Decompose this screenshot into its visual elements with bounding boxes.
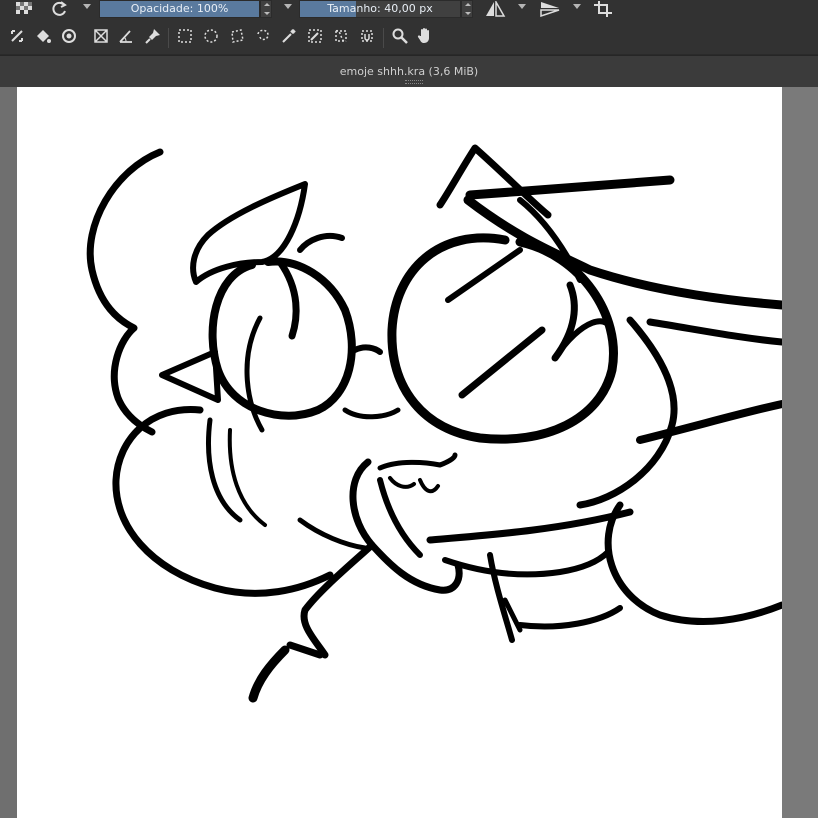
size-stepper[interactable] [461,0,473,18]
transform-icon[interactable] [9,28,25,44]
document-title[interactable]: emoje shhh.kra (3,6 MiB) [0,65,818,78]
magnetic-select-icon[interactable] [359,28,375,44]
wrap-around-icon[interactable] [592,0,614,18]
assistant-tool-icon[interactable] [61,28,77,44]
sketch-artwork [86,144,782,703]
mirror-v-chevron-icon[interactable] [573,4,581,9]
blend-menu-chevron-icon[interactable] [284,4,292,9]
canvas-right-margin [782,87,818,818]
polygon-select-icon[interactable] [229,28,245,44]
canvas-workspace [0,87,818,818]
zoom-icon[interactable] [392,28,408,44]
alpha-lock-icon[interactable] [13,0,35,18]
pan-hand-icon[interactable] [417,27,433,44]
perspective-grid-icon[interactable] [93,28,109,44]
bezier-select-icon[interactable] [333,28,349,44]
preset-menu-chevron-icon[interactable] [83,4,91,9]
fill-bucket-icon[interactable] [35,28,51,44]
measure-icon[interactable] [118,28,134,44]
canvas-left-margin [0,87,17,818]
opacity-stepper[interactable] [260,0,272,18]
opacity-label: Opacidade: 100% [130,2,229,15]
opacity-slider[interactable]: Opacidade: 100% [99,0,260,18]
reload-preset-icon[interactable] [48,0,70,18]
mirror-vertical-icon[interactable] [538,0,562,18]
magic-wand-icon[interactable] [281,28,297,44]
size-label: Tamanho: 40,00 px [327,2,433,15]
brush-options-toolbar: Opacidade: 100% Tamanho: 40,00 px [0,0,818,22]
similar-color-select-icon[interactable] [307,28,323,44]
rect-select-icon[interactable] [177,28,193,44]
toolbar-separator [168,28,169,48]
size-slider[interactable]: Tamanho: 40,00 px [299,0,461,18]
toolbar-separator [383,28,384,48]
document-tab-bar: emoje shhh.kra (3,6 MiB) [0,55,818,88]
freehand-select-icon[interactable] [255,28,271,44]
drawing-canvas[interactable] [17,87,782,818]
reference-pin-icon[interactable] [145,28,161,44]
ellipse-select-icon[interactable] [203,28,219,44]
mirror-horizontal-icon[interactable] [483,0,507,18]
mirror-h-chevron-icon[interactable] [518,4,526,9]
drag-handle-icon[interactable] [405,80,423,84]
tools-toolbar [0,22,818,55]
